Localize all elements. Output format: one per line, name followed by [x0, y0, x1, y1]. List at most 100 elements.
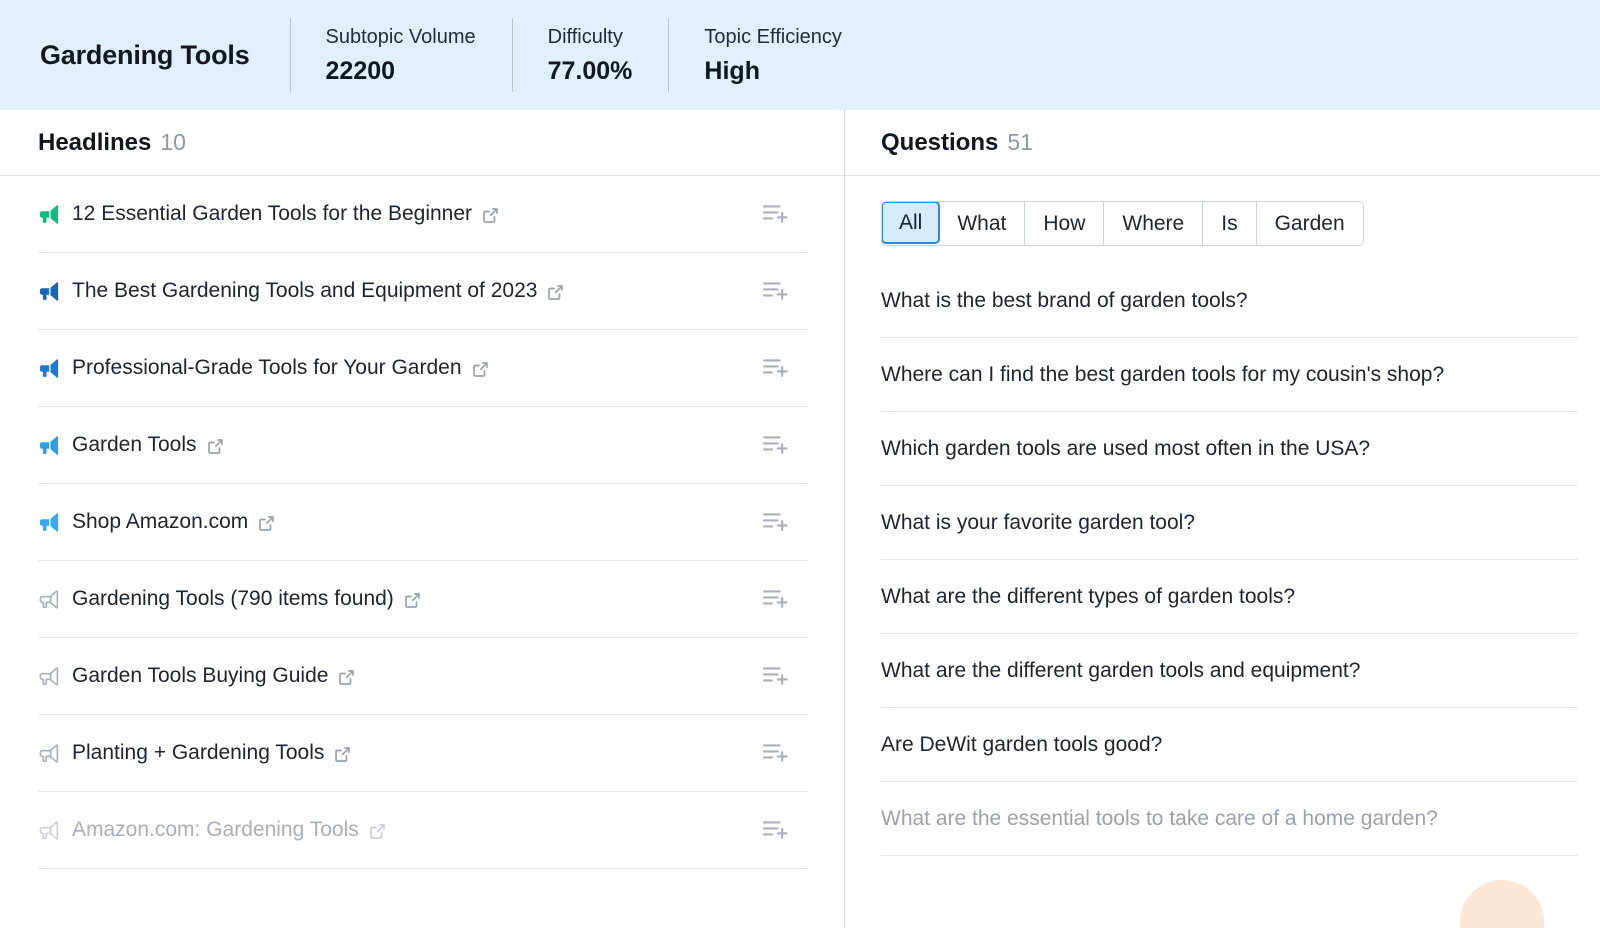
questions-list: What is the best brand of garden tools? W… — [845, 264, 1600, 856]
headline-content: The Best Gardening Tools and Equipment o… — [38, 279, 762, 303]
headline-content: Amazon.com: Gardening Tools — [38, 818, 762, 842]
question-text: Which garden tools are used most often i… — [881, 437, 1370, 461]
metric-label: Subtopic Volume — [326, 22, 476, 52]
external-link-icon[interactable] — [337, 668, 356, 687]
megaphone-outline-icon — [38, 588, 61, 611]
metric-topic-efficiency: Topic Efficiency High — [668, 18, 877, 92]
megaphone-outline-icon — [38, 665, 61, 688]
metric-label: Topic Efficiency — [704, 22, 841, 52]
question-text: What is the best brand of garden tools? — [881, 289, 1248, 313]
question-row[interactable]: What are the different types of garden t… — [881, 560, 1578, 634]
question-row[interactable]: Which garden tools are used most often i… — [881, 412, 1578, 486]
questions-count: 51 — [1007, 129, 1033, 156]
question-text: What are the different types of garden t… — [881, 585, 1295, 609]
headline-row[interactable]: The Best Gardening Tools and Equipment o… — [38, 253, 809, 330]
megaphone-outline-icon — [38, 742, 61, 765]
headline-text: Amazon.com: Gardening Tools — [72, 818, 359, 842]
add-to-list-icon[interactable] — [762, 742, 789, 764]
help-bubble-icon[interactable] — [1460, 880, 1544, 928]
megaphone-icon — [38, 434, 61, 457]
megaphone-outline-icon — [38, 819, 61, 842]
question-filter-is[interactable]: Is — [1203, 202, 1256, 245]
external-link-icon[interactable] — [368, 822, 387, 841]
headline-text: Planting + Gardening Tools — [72, 741, 324, 765]
headline-text: The Best Gardening Tools and Equipment o… — [72, 279, 537, 303]
metric-value: 77.00% — [548, 54, 633, 88]
question-filter-all[interactable]: All — [881, 201, 940, 244]
headline-content: Garden Tools Buying Guide — [38, 664, 762, 688]
headline-text: Shop Amazon.com — [72, 510, 248, 534]
headline-text: Professional-Grade Tools for Your Garden — [72, 356, 462, 380]
external-link-icon[interactable] — [471, 360, 490, 379]
megaphone-icon — [38, 511, 61, 534]
question-text: What are the essential tools to take car… — [881, 807, 1438, 831]
question-row[interactable]: What is the best brand of garden tools? — [881, 264, 1578, 338]
question-filter-how[interactable]: How — [1025, 202, 1104, 245]
external-link-icon[interactable] — [403, 591, 422, 610]
question-text: Where can I find the best garden tools f… — [881, 363, 1444, 387]
add-to-list-icon[interactable] — [762, 511, 789, 533]
metric-value: 22200 — [326, 54, 476, 88]
external-link-icon[interactable] — [206, 437, 225, 456]
headlines-count: 10 — [160, 129, 186, 156]
headline-text: Garden Tools — [72, 433, 197, 457]
megaphone-icon — [38, 357, 61, 380]
metric-label: Difficulty — [548, 22, 633, 52]
question-row[interactable]: What are the essential tools to take car… — [881, 782, 1578, 856]
external-link-icon[interactable] — [481, 206, 500, 225]
metric-value: High — [704, 54, 841, 88]
headline-text: Garden Tools Buying Guide — [72, 664, 328, 688]
headline-text: Gardening Tools (790 items found) — [72, 587, 394, 611]
question-filter-what[interactable]: What — [939, 202, 1025, 245]
metric-subtopic-volume: Subtopic Volume 22200 — [290, 18, 512, 92]
question-filter-where[interactable]: Where — [1104, 202, 1203, 245]
page-title: Gardening Tools — [40, 40, 290, 71]
add-to-list-icon[interactable] — [762, 434, 789, 456]
add-to-list-icon[interactable] — [762, 357, 789, 379]
question-text: Are DeWit garden tools good? — [881, 733, 1162, 757]
questions-title: Questions — [881, 129, 998, 157]
headline-content: Garden Tools — [38, 433, 762, 457]
questions-header: Questions 51 — [845, 110, 1600, 176]
add-to-list-icon[interactable] — [762, 588, 789, 610]
megaphone-icon — [38, 203, 61, 226]
headline-row[interactable]: Gardening Tools (790 items found) — [38, 561, 809, 638]
headline-row[interactable]: Professional-Grade Tools for Your Garden — [38, 330, 809, 407]
question-row[interactable]: Where can I find the best garden tools f… — [881, 338, 1578, 412]
headlines-header: Headlines 10 — [0, 110, 844, 176]
headline-text: 12 Essential Garden Tools for the Beginn… — [72, 202, 472, 226]
question-text: What are the different garden tools and … — [881, 659, 1360, 683]
headline-content: Professional-Grade Tools for Your Garden — [38, 356, 762, 380]
add-to-list-icon[interactable] — [762, 203, 789, 225]
headline-content: Shop Amazon.com — [38, 510, 762, 534]
headline-row[interactable]: Planting + Gardening Tools — [38, 715, 809, 792]
headline-row[interactable]: 12 Essential Garden Tools for the Beginn… — [38, 176, 809, 253]
headlines-list: 12 Essential Garden Tools for the Beginn… — [0, 176, 844, 869]
megaphone-icon — [38, 280, 61, 303]
topic-summary-bar: Gardening Tools Subtopic Volume 22200 Di… — [0, 0, 1600, 110]
add-to-list-icon[interactable] — [762, 665, 789, 687]
external-link-icon[interactable] — [546, 283, 565, 302]
headline-row[interactable]: Amazon.com: Gardening Tools — [38, 792, 809, 869]
add-to-list-icon[interactable] — [762, 280, 789, 302]
metric-difficulty: Difficulty 77.00% — [512, 18, 669, 92]
question-filter-tabs[interactable]: AllWhatHowWhereIsGarden — [881, 201, 1364, 246]
headline-row[interactable]: Garden Tools Buying Guide — [38, 638, 809, 715]
headline-content: Planting + Gardening Tools — [38, 741, 762, 765]
external-link-icon[interactable] — [333, 745, 352, 764]
content-columns: Headlines 10 12 Essential Garden Tools f… — [0, 110, 1600, 928]
question-row[interactable]: What is your favorite garden tool? — [881, 486, 1578, 560]
headline-row[interactable]: Garden Tools — [38, 407, 809, 484]
headline-content: Gardening Tools (790 items found) — [38, 587, 762, 611]
question-row[interactable]: What are the different garden tools and … — [881, 634, 1578, 708]
headline-row[interactable]: Shop Amazon.com — [38, 484, 809, 561]
headlines-title: Headlines — [38, 129, 151, 157]
question-text: What is your favorite garden tool? — [881, 511, 1195, 535]
external-link-icon[interactable] — [257, 514, 276, 533]
questions-column: Questions 51 AllWhatHowWhereIsGarden Wha… — [845, 110, 1600, 928]
subtopic-detail-view: Gardening Tools Subtopic Volume 22200 Di… — [0, 0, 1600, 928]
add-to-list-icon[interactable] — [762, 819, 789, 841]
headlines-column: Headlines 10 12 Essential Garden Tools f… — [0, 110, 845, 928]
question-filter-garden[interactable]: Garden — [1257, 202, 1363, 245]
question-row[interactable]: Are DeWit garden tools good? — [881, 708, 1578, 782]
